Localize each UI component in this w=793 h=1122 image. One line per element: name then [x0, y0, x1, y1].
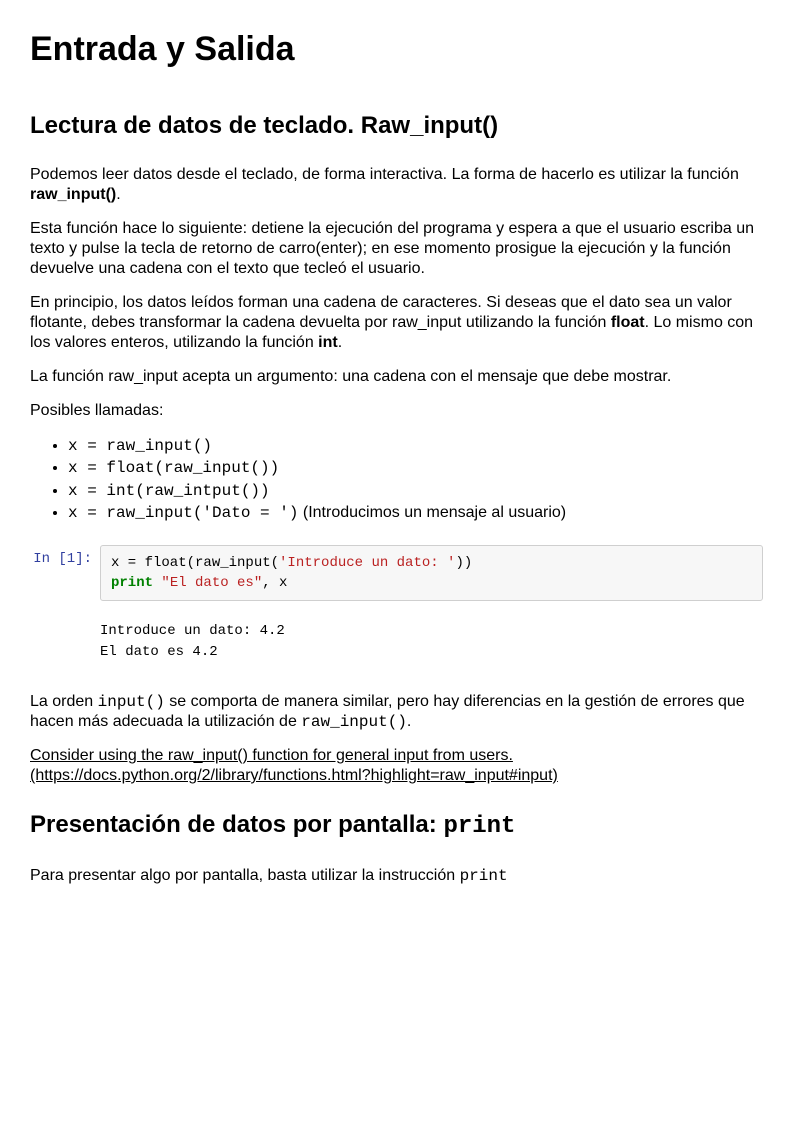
page-title: Entrada y Salida — [30, 28, 763, 71]
examples-list: x = raw_input() x = float(raw_input()) x… — [30, 435, 763, 525]
code: x = float(raw_input( — [111, 555, 279, 571]
text: Podemos leer datos desde el teclado, de … — [30, 166, 739, 183]
text: Presentación de datos por pantalla: — [30, 811, 443, 838]
section1-p1: Podemos leer datos desde el teclado, de … — [30, 165, 763, 205]
list-item: x = float(raw_input()) — [68, 457, 763, 480]
section2-heading: Presentación de datos por pantalla: prin… — [30, 810, 763, 842]
list-item: x = raw_input() — [68, 435, 763, 458]
code: x = int(raw_intput()) — [68, 482, 270, 500]
notebook-cell: In [1]: x = float(raw_input('Introduce u… — [30, 545, 763, 602]
text: . — [407, 713, 411, 730]
text: . — [116, 186, 120, 203]
code-string: "El dato es" — [161, 575, 262, 591]
code-string: 'Introduce un dato: ' — [279, 555, 455, 571]
code-input: input() — [98, 693, 165, 711]
cell-output: Introduce un dato: 4.2 El dato es 4.2 — [100, 615, 763, 662]
section1-heading: Lectura de datos de teclado. Raw_input() — [30, 111, 763, 141]
code: x = raw_input('Dato = ') — [68, 504, 298, 522]
code: x = float(raw_input()) — [68, 459, 279, 477]
section2-p1: Para presentar algo por pantalla, basta … — [30, 866, 763, 886]
strong-int: int — [318, 334, 338, 351]
list-item: x = int(raw_intput()) — [68, 480, 763, 503]
code: x = raw_input() — [68, 437, 212, 455]
strong-raw-input: raw_input() — [30, 186, 116, 203]
cell-prompt: In [1]: — [30, 545, 100, 602]
text: . — [338, 334, 342, 351]
code-print: print — [443, 813, 515, 840]
section1-p4: La función raw_input acepta un argumento… — [30, 367, 763, 387]
list-item: x = raw_input('Dato = ') (Introducimos u… — [68, 502, 763, 525]
code: )) — [455, 555, 472, 571]
section1-p6: La orden input() se comporta de manera s… — [30, 692, 763, 732]
code-keyword: print — [111, 575, 153, 591]
strong-float: float — [611, 314, 645, 331]
output-prompt — [30, 615, 100, 662]
section1-p2: Esta función hace lo siguiente: detiene … — [30, 219, 763, 279]
section1-p5: Posibles llamadas: — [30, 401, 763, 421]
text: (Introducimos un mensaje al usuario) — [298, 504, 566, 521]
cell-input[interactable]: x = float(raw_input('Introduce un dato: … — [100, 545, 763, 602]
code-raw-input: raw_input() — [301, 713, 407, 731]
notebook-output-row: Introduce un dato: 4.2 El dato es 4.2 — [30, 615, 763, 662]
code-print: print — [460, 867, 508, 885]
reference-link[interactable]: Consider using the raw_input() function … — [30, 746, 763, 786]
section1-p3: En principio, los datos leídos forman un… — [30, 293, 763, 353]
text: Para presentar algo por pantalla, basta … — [30, 867, 460, 884]
text: La orden — [30, 693, 98, 710]
code: , x — [262, 575, 287, 591]
